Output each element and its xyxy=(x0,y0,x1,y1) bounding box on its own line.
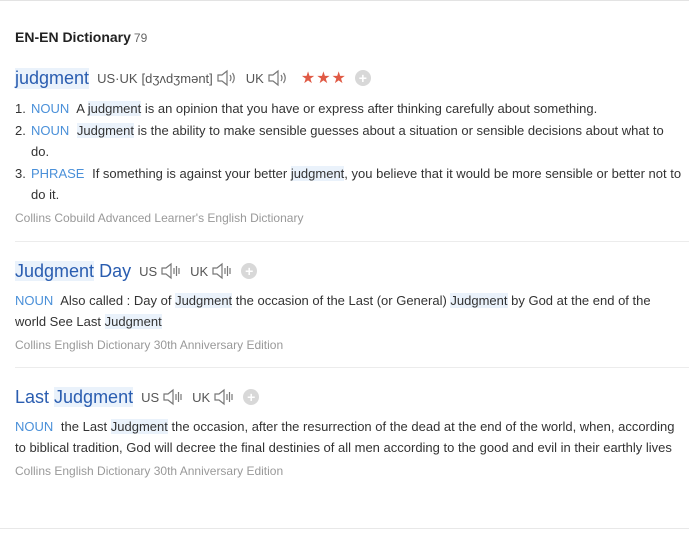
entry-headline: judgment US·UK [dʒʌdʒmənt] UK ★★★ + xyxy=(15,66,685,90)
uk-label: UK xyxy=(190,263,209,279)
pronunciation-uk: UK xyxy=(192,388,235,406)
definition-item: 1. NOUN A judgment is an opinion that yo… xyxy=(15,98,685,119)
pronunciation-us-uk: US·UK [dʒʌdʒmənt] xyxy=(97,69,238,87)
highlighted-term: Judgment xyxy=(175,293,233,308)
source-attribution: Collins English Dictionary 30th Annivers… xyxy=(15,338,284,352)
entry-headline: Judgment Day US UK + xyxy=(15,259,685,283)
source-attribution: Collins English Dictionary 30th Annivers… xyxy=(15,464,284,478)
definition-text: the occasion of the Last (or General) xyxy=(232,293,451,308)
headword-highlight: Judgment xyxy=(15,260,95,281)
definition-text: is an opinion that you have or express a… xyxy=(141,101,598,116)
pronunciation-us: US xyxy=(139,262,182,280)
headword-rest: Day xyxy=(94,260,132,281)
headword-prefix: Last xyxy=(15,386,55,407)
entry-judgment: judgment US·UK [dʒʌdʒmənt] UK ★★★ + 1. N… xyxy=(15,66,685,225)
uk-label: UK xyxy=(245,70,264,86)
highlighted-term: Judgment xyxy=(110,419,168,434)
us-label: US xyxy=(141,389,160,405)
pronunciation-uk: UK xyxy=(190,262,233,280)
result-count: 79 xyxy=(133,31,148,45)
speaker-icon[interactable] xyxy=(162,388,184,406)
entry-divider xyxy=(15,241,689,242)
phonetic-text: [dʒʌdʒmənt] xyxy=(141,70,213,86)
bottom-divider xyxy=(0,528,689,529)
speaker-icon[interactable] xyxy=(267,69,289,87)
plus-icon[interactable]: + xyxy=(243,389,260,405)
definition-paragraph: NOUN Also called : Day of Judgment the o… xyxy=(15,291,685,332)
definition-text: If something is against your better xyxy=(92,166,291,181)
highlighted-term: judgment xyxy=(290,166,345,181)
headword[interactable]: Last Judgment xyxy=(15,386,134,408)
speaker-icon[interactable] xyxy=(213,388,235,406)
definition-number: 3. xyxy=(15,166,26,181)
pronunciation-uk: UK xyxy=(246,69,289,87)
source-attribution: Collins Cobuild Advanced Learner's Engli… xyxy=(15,211,304,225)
part-of-speech: NOUN xyxy=(31,101,70,116)
plus-icon[interactable]: + xyxy=(354,70,371,86)
headword[interactable]: judgment xyxy=(15,67,90,89)
headword[interactable]: Judgment Day xyxy=(15,260,132,282)
definition-paragraph: NOUN the Last Judgment the occasion, aft… xyxy=(15,417,685,458)
uk-label: UK xyxy=(192,389,211,405)
definition-item: 3. PHRASE If something is against your b… xyxy=(15,163,685,205)
speaker-icon[interactable] xyxy=(211,262,233,280)
definition-list: 1. NOUN A judgment is an opinion that yo… xyxy=(15,98,685,205)
pronunciation-us: US xyxy=(141,388,184,406)
definition-number: 1. xyxy=(15,101,26,116)
speaker-icon[interactable] xyxy=(160,262,182,280)
definition-item: 2. NOUN Judgment is the ability to make … xyxy=(15,120,685,162)
highlighted-term: Judgment xyxy=(450,293,508,308)
definition-number: 2. xyxy=(15,123,26,138)
highlighted-term: judgment xyxy=(87,101,142,116)
dictionary-title: EN-EN Dictionary xyxy=(15,29,131,45)
part-of-speech: NOUN xyxy=(15,293,54,308)
entry-last-judgment: Last Judgment US UK + NOUN the Last Judg… xyxy=(15,385,685,478)
star-rating-icon: ★★★ xyxy=(300,70,347,87)
part-of-speech: PHRASE xyxy=(31,166,85,181)
speaker-icon[interactable] xyxy=(216,69,238,87)
definition-text: the Last xyxy=(60,419,111,434)
top-divider xyxy=(0,0,689,1)
us-label: US xyxy=(139,263,158,279)
entry-judgment-day: Judgment Day US UK + NOUN Also called : … xyxy=(15,259,685,352)
highlighted-term: Judgment xyxy=(104,313,162,329)
highlighted-term: Judgment xyxy=(76,123,134,138)
plus-icon[interactable]: + xyxy=(241,263,258,279)
entry-divider xyxy=(15,367,689,368)
entry-headline: Last Judgment US UK + xyxy=(15,385,685,409)
dictionary-header: EN-EN Dictionary 79 xyxy=(15,29,147,45)
headword-highlight: Judgment xyxy=(54,386,134,407)
part-of-speech: NOUN xyxy=(31,123,70,138)
part-of-speech: NOUN xyxy=(15,419,54,434)
definition-text: A xyxy=(76,101,88,116)
definition-text: Also called : Day of xyxy=(60,293,176,308)
us-uk-label: US·UK xyxy=(97,70,138,86)
